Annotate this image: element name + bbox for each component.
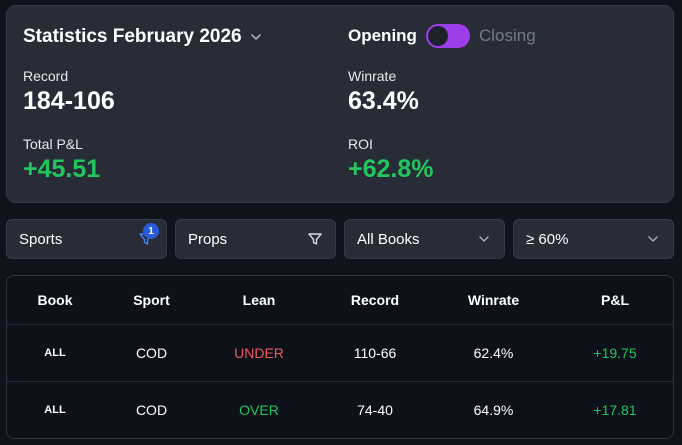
roi-stat: ROI +62.8% bbox=[348, 136, 434, 184]
filter-icon bbox=[308, 233, 322, 245]
record-label: Record bbox=[23, 68, 69, 84]
winrate-value: 63.4% bbox=[348, 87, 419, 115]
sport-cell: COD bbox=[135, 345, 168, 361]
chevron-down-icon bbox=[479, 236, 489, 242]
header-winrate[interactable]: Winrate bbox=[432, 292, 555, 308]
toggle-knob bbox=[427, 26, 448, 46]
winrate-stat: Winrate 63.4% bbox=[348, 68, 419, 116]
closing-label[interactable]: Closing bbox=[479, 26, 536, 46]
roi-label: ROI bbox=[348, 136, 373, 152]
winrate-cell: 62.4% bbox=[473, 345, 514, 361]
winrate-label: Winrate bbox=[348, 68, 397, 84]
books-select-label: All Books bbox=[357, 230, 420, 248]
stats-table: Book Sport Lean Record Winrate P&L ALL C… bbox=[6, 275, 674, 439]
header-sport[interactable]: Sport bbox=[103, 292, 200, 308]
pnl-cell: +17.81 bbox=[593, 402, 637, 418]
lean-cell: UNDER bbox=[234, 345, 284, 361]
opening-closing-toggle[interactable] bbox=[425, 24, 470, 48]
sports-filter-button[interactable]: Sports 1 bbox=[6, 219, 167, 259]
props-filter-button[interactable]: Props bbox=[175, 219, 336, 259]
pnl-label: Total P&L bbox=[23, 136, 83, 152]
sport-cell: COD bbox=[135, 402, 168, 418]
roi-value: +62.8% bbox=[348, 155, 434, 183]
header-lean[interactable]: Lean bbox=[200, 292, 318, 308]
header-record[interactable]: Record bbox=[318, 292, 432, 308]
chevron-down-icon bbox=[250, 34, 261, 40]
line-toggle-group: Opening Closing bbox=[348, 24, 536, 48]
month-selector[interactable]: Statistics February 2026 bbox=[23, 26, 262, 48]
record-value: 184-106 bbox=[23, 87, 115, 115]
stats-card: Statistics February 2026 Opening Closing… bbox=[6, 5, 674, 203]
pnl-stat: Total P&L +45.51 bbox=[23, 136, 100, 184]
table-row[interactable]: ALL COD UNDER 110-66 62.4% +19.75 bbox=[7, 324, 673, 381]
lean-cell: OVER bbox=[239, 402, 279, 418]
props-filter-label: Props bbox=[188, 230, 228, 248]
pnl-value: +45.51 bbox=[23, 155, 101, 183]
record-cell: 110-66 bbox=[353, 345, 397, 361]
books-select[interactable]: All Books bbox=[344, 219, 505, 259]
book-cell: ALL bbox=[44, 404, 66, 416]
header-book[interactable]: Book bbox=[7, 292, 103, 308]
table-header-row: Book Sport Lean Record Winrate P&L bbox=[7, 276, 673, 324]
chevron-down-icon bbox=[648, 236, 658, 242]
winrate-select-label: ≥ 60% bbox=[526, 230, 569, 248]
pnl-cell: +19.75 bbox=[593, 345, 637, 361]
header-pnl[interactable]: P&L bbox=[555, 292, 673, 308]
winrate-cell: 64.9% bbox=[473, 402, 514, 418]
record-cell: 74-40 bbox=[357, 402, 393, 418]
book-cell: ALL bbox=[44, 347, 66, 359]
opening-label[interactable]: Opening bbox=[348, 26, 417, 46]
stats-title: Statistics February 2026 bbox=[23, 26, 242, 47]
record-stat: Record 184-106 bbox=[23, 68, 115, 116]
sports-filter-label: Sports bbox=[19, 230, 63, 248]
table-row[interactable]: ALL COD OVER 74-40 64.9% +17.81 bbox=[7, 381, 673, 438]
winrate-select[interactable]: ≥ 60% bbox=[513, 219, 674, 259]
sports-filter-badge: 1 bbox=[143, 223, 159, 239]
